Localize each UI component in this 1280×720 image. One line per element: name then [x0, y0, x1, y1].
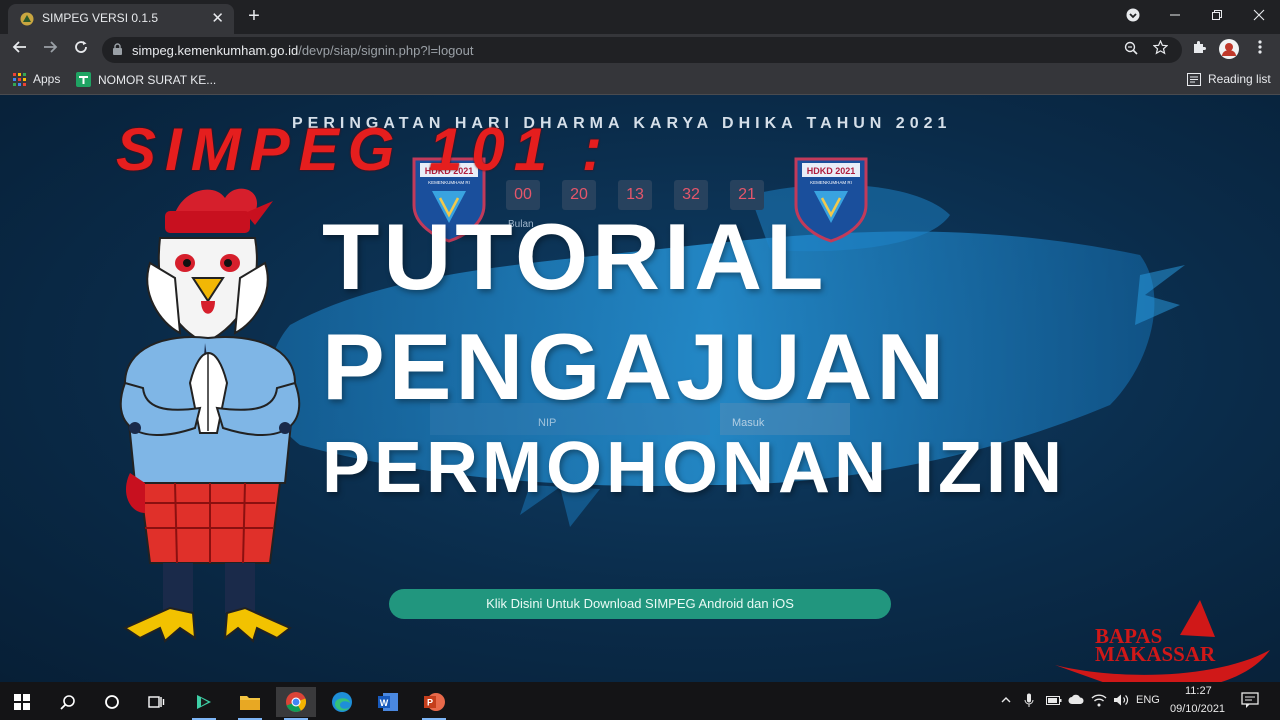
svg-text:P: P [427, 698, 433, 708]
apps-grid-icon [13, 72, 26, 86]
profile-avatar[interactable] [1218, 39, 1240, 61]
tab-close-icon[interactable]: ✕ [211, 9, 224, 27]
tab-search-icon[interactable] [1112, 0, 1154, 30]
windows-taskbar: W P ENG 11:27 09/10/2021 [0, 682, 1280, 720]
edge-icon[interactable] [322, 687, 362, 717]
reading-list-button[interactable]: Reading list [1187, 72, 1271, 86]
headline-line-3: PERMOHONAN IZIN [322, 428, 1066, 508]
page-viewport: NIP Masuk PERINGATAN HARI DHARMA KARYA D… [0, 95, 1280, 682]
bookmark-nomor-surat-label: NOMOR SURAT KE... [98, 72, 217, 87]
logo-makassar-text: MAKASSAR [1095, 642, 1216, 666]
file-explorer-icon[interactable] [230, 687, 270, 720]
tab-title: SIMPEG VERSI 0.1.5 [42, 11, 159, 25]
notifications-icon[interactable] [1241, 692, 1259, 709]
url-text: simpeg.kemenkumham.go.id/devp/siap/signi… [132, 43, 473, 58]
window-controls [1112, 0, 1280, 34]
overlay-title: SIMPEG 101 : [116, 116, 611, 183]
browser-tab-strip: SIMPEG VERSI 0.1.5 ✕ + [0, 0, 1280, 34]
close-window-icon[interactable] [1238, 0, 1280, 30]
kemenkumham-favicon-icon [20, 12, 34, 26]
bookmark-apps-label: Apps [33, 72, 61, 86]
minimize-icon[interactable] [1154, 0, 1196, 30]
sheets-icon [76, 72, 91, 87]
extensions-puzzle-icon[interactable] [1188, 39, 1210, 61]
onedrive-cloud-icon[interactable] [1068, 694, 1084, 705]
clock-time[interactable]: 11:27 [1185, 685, 1212, 697]
bookmark-star-icon[interactable] [1152, 39, 1169, 59]
more-menu-icon[interactable] [1249, 39, 1271, 61]
speaker-volume-icon[interactable] [1113, 693, 1129, 707]
badge-right-subtext: KEMENKUMHAM RI [810, 180, 852, 185]
cortana-circle-icon[interactable] [92, 687, 132, 717]
download-app-button[interactable]: Klik Disini Untuk Download SIMPEG Androi… [389, 589, 891, 619]
reload-icon[interactable] [70, 39, 92, 61]
chrome-icon[interactable] [276, 687, 316, 720]
microphone-icon[interactable] [1024, 693, 1034, 708]
wifi-icon[interactable] [1091, 693, 1107, 707]
browser-tab[interactable]: SIMPEG VERSI 0.1.5 ✕ [8, 4, 234, 34]
restore-icon[interactable] [1196, 0, 1238, 30]
zoom-icon[interactable] [1124, 41, 1138, 58]
language-indicator[interactable]: ENG [1136, 694, 1160, 706]
forward-arrow-icon[interactable] [39, 39, 61, 61]
word-icon[interactable]: W [368, 687, 408, 717]
battery-icon[interactable] [1046, 694, 1062, 706]
bookmarks-bar: Apps NOMOR SURAT KE... Reading list [0, 66, 1280, 95]
start-windows-icon[interactable] [2, 687, 42, 717]
headline: TUTORIAL PENGAJUAN PERMOHONAN IZIN [322, 204, 1066, 508]
task-view-icon[interactable] [136, 687, 176, 717]
new-tab-button[interactable]: + [244, 5, 264, 28]
reading-list-icon [1187, 72, 1201, 86]
back-arrow-icon[interactable] [9, 39, 31, 61]
bookmark-nomor-surat[interactable]: NOMOR SURAT KE... [76, 72, 216, 87]
url-path: /devp/siap/signin.php?l=logout [298, 43, 474, 58]
powerpoint-icon[interactable]: P [414, 687, 454, 720]
url-host: simpeg.kemenkumham.go.id [132, 43, 299, 58]
browser-toolbar: simpeg.kemenkumham.go.id/devp/siap/signi… [0, 34, 1280, 66]
headline-line-1: TUTORIAL [322, 204, 828, 309]
filmora-app-icon[interactable] [184, 687, 224, 720]
headline-line-2: PENGAJUAN [322, 314, 949, 419]
bapas-makassar-logo: BAPAS MAKASSAR [1055, 600, 1270, 682]
address-bar[interactable]: simpeg.kemenkumham.go.id/devp/siap/signi… [102, 37, 1182, 63]
tray-chevron-up-icon[interactable] [1000, 694, 1012, 706]
rooster-mascot-icon [119, 188, 301, 643]
bookmark-apps[interactable]: Apps [13, 72, 60, 86]
reading-list-label: Reading list [1208, 72, 1271, 86]
search-icon[interactable] [48, 687, 88, 717]
clock-date[interactable]: 09/10/2021 [1170, 703, 1225, 715]
lock-icon [113, 43, 122, 55]
badge-right-text: HDKD 2021 [807, 166, 856, 176]
svg-text:W: W [380, 698, 389, 708]
